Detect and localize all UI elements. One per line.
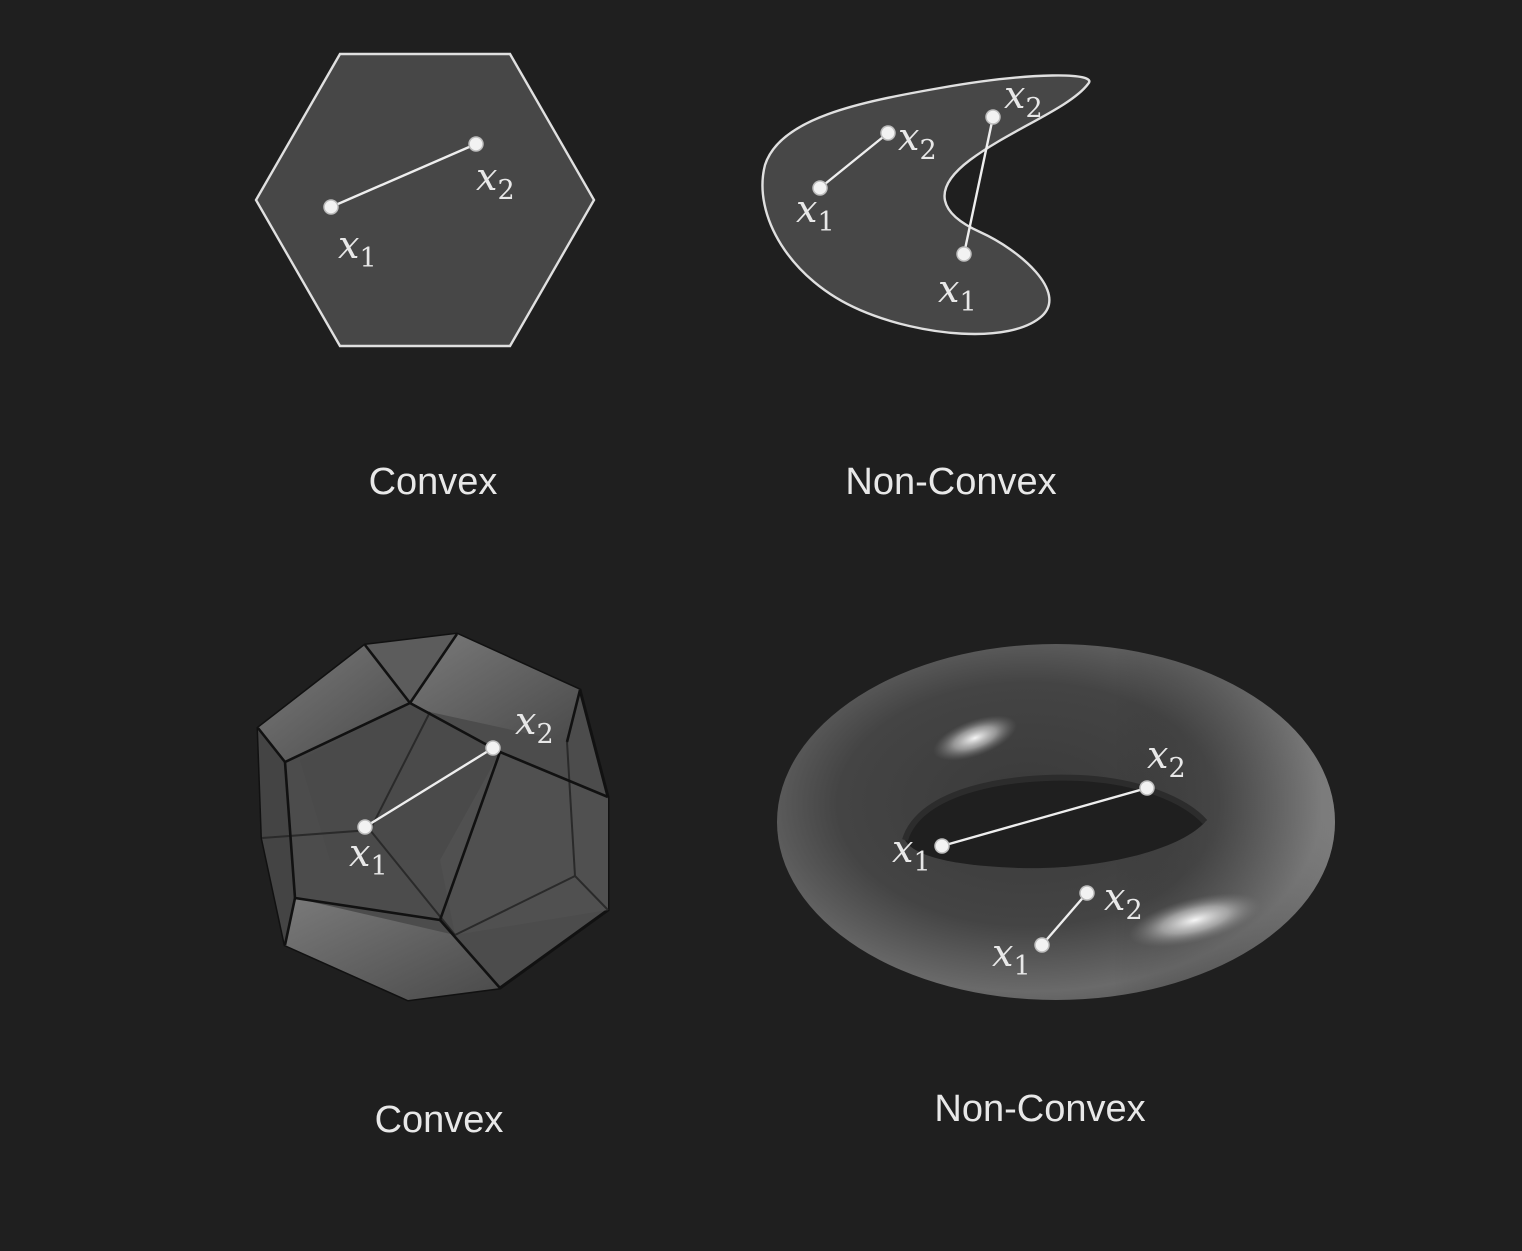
point-left-x2 bbox=[880, 125, 896, 141]
point-surface-x1 bbox=[1034, 937, 1050, 953]
figure-canvas: x1 x2 Convex x1 x2 x1 x2 Non-Convex x1 x… bbox=[254, 52, 1335, 1141]
point-right-x2 bbox=[985, 109, 1001, 125]
point-right-x1 bbox=[956, 246, 972, 262]
caption-nonconvex-3d: Non-Convex bbox=[934, 1088, 1145, 1130]
panel-nonconvex-torus: x1 x2 x1 x2 Non-Convex bbox=[777, 644, 1335, 1130]
caption-nonconvex-2d: Non-Convex bbox=[845, 461, 1056, 503]
point-hole-x2 bbox=[1139, 780, 1155, 796]
caption-convex-3d: Convex bbox=[375, 1099, 504, 1141]
panel-convex-hexagon: x1 x2 Convex bbox=[254, 52, 596, 503]
panel-convex-dodecahedron: x1 x2 Convex bbox=[256, 632, 610, 1141]
point-x1 bbox=[323, 199, 339, 215]
point-surface-x2 bbox=[1079, 885, 1095, 901]
caption-convex-2d: Convex bbox=[369, 461, 498, 503]
point-x2 bbox=[485, 740, 501, 756]
hexagon-shape bbox=[254, 52, 596, 348]
convexity-figure: x1 x2 Convex x1 x2 x1 x2 Non-Convex x1 x… bbox=[0, 0, 1522, 1251]
panel-nonconvex-blob: x1 x2 x1 x2 Non-Convex bbox=[761, 73, 1091, 503]
point-hole-x1 bbox=[934, 838, 950, 854]
point-x2 bbox=[468, 136, 484, 152]
